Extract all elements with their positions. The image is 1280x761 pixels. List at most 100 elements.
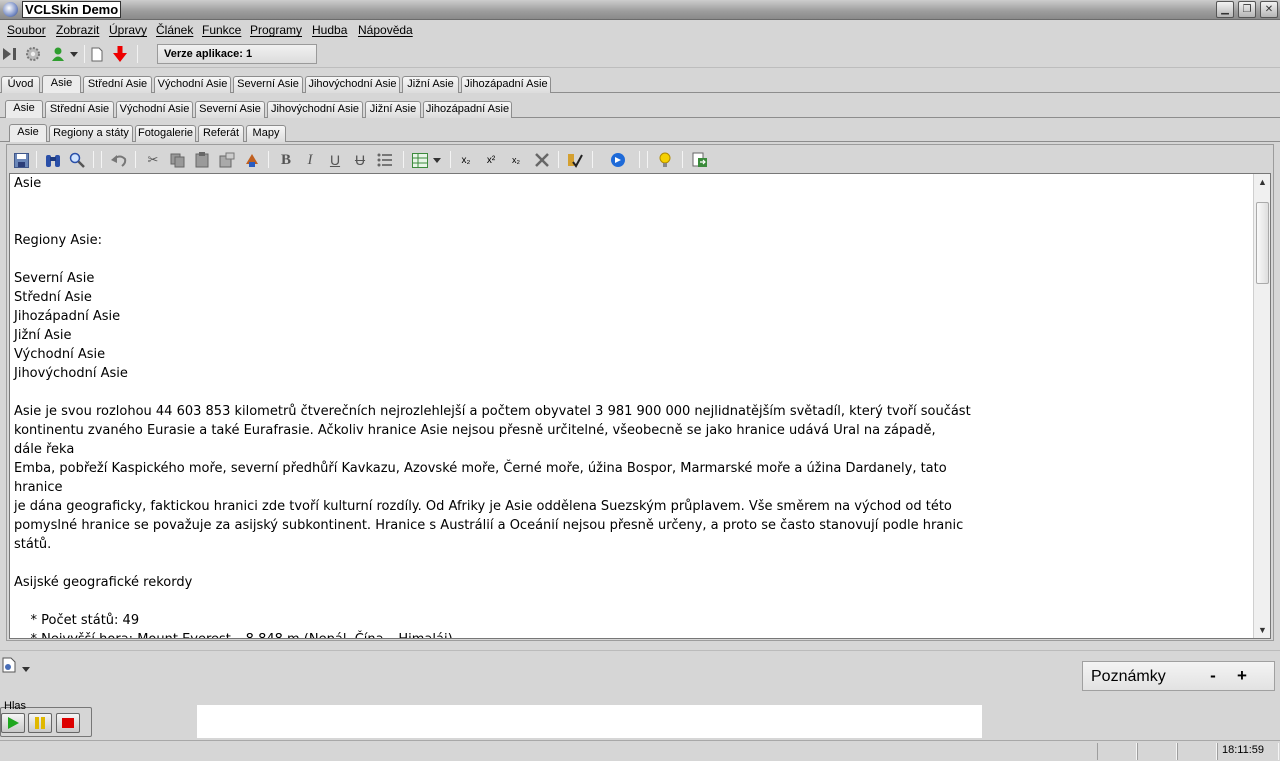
tab-jizni-asie[interactable]: Jižní Asie [365, 101, 421, 118]
spellcheck-icon[interactable] [566, 151, 584, 169]
tab-asie[interactable]: Asie [42, 75, 81, 93]
maximize-button[interactable]: ❐ [1238, 1, 1256, 18]
italic-icon[interactable]: I [301, 151, 319, 169]
pause-button[interactable] [28, 713, 52, 733]
user-icon[interactable] [49, 45, 67, 63]
dropdown-arrow-icon[interactable] [68, 45, 80, 63]
scroll-down-icon[interactable]: ▼ [1255, 622, 1270, 638]
text-line [14, 193, 1250, 212]
document-options-icon[interactable] [2, 657, 16, 673]
menu-soubor[interactable]: Soubor [7, 23, 46, 37]
menu-clanek[interactable]: Článek [156, 23, 193, 37]
small-text-icon[interactable]: x₂ [507, 151, 525, 169]
menu-hudba[interactable]: Hudba [312, 23, 347, 37]
copy-icon[interactable] [168, 151, 186, 169]
table-icon[interactable] [411, 151, 429, 169]
menu-upravy[interactable]: Úpravy [109, 23, 147, 37]
menu-zobrazit[interactable]: Zobrazit [56, 23, 99, 37]
save-icon[interactable] [12, 151, 30, 169]
format-painter-icon[interactable] [243, 151, 261, 169]
bottom-panel: Poznámky - + Hlas [0, 650, 1280, 740]
superscript-icon[interactable]: x² [482, 151, 500, 169]
tab-stredni-asie[interactable]: Střední Asie [83, 76, 152, 93]
play-button[interactable] [1, 713, 25, 733]
tab-fotogalerie[interactable]: Fotogalerie [135, 125, 196, 142]
tab-jihovychodni-asie[interactable]: Jihovýchodní Asie [267, 101, 363, 118]
undo-icon[interactable] [110, 151, 128, 169]
vertical-scrollbar[interactable]: ▲ ▼ [1253, 174, 1270, 638]
article-text[interactable]: Asie Regiony Asie: Severní Asie Střední … [14, 174, 1250, 638]
export-icon[interactable] [691, 151, 709, 169]
scroll-thumb[interactable] [1256, 202, 1269, 284]
text-line: Jihozápadní Asie [14, 309, 121, 324]
stop-button[interactable] [56, 713, 80, 733]
bullet-list-icon[interactable] [376, 151, 394, 169]
tab-referat[interactable]: Referát [198, 125, 244, 142]
text-line: států. [14, 537, 52, 552]
speech-text-area[interactable] [197, 705, 982, 738]
binoculars-icon[interactable] [44, 151, 62, 169]
search-icon[interactable] [68, 151, 86, 169]
text-line: je dána geograficky, faktickou hranici z… [14, 499, 952, 514]
tab-mapy[interactable]: Mapy [246, 125, 286, 142]
notes-minus-button[interactable]: - [1205, 666, 1221, 686]
red-arrow-down-icon[interactable] [111, 45, 129, 63]
navigate-forward-icon[interactable] [609, 151, 627, 169]
text-line: Jižní Asie [14, 328, 72, 343]
menu-bar: Soubor Zobrazit Úpravy Článek Funkce Pro… [0, 20, 1280, 41]
tab-uvod[interactable]: Úvod [1, 76, 40, 93]
text-line: * Počet států: 49 [14, 613, 140, 628]
article-editor[interactable]: Asie Regiony Asie: Severní Asie Střední … [9, 173, 1271, 639]
tab-asie[interactable]: Asie [9, 124, 47, 142]
tab-jizni-asie[interactable]: Jižní Asie [402, 76, 459, 93]
notes-plus-button[interactable]: + [1234, 666, 1250, 686]
menu-programy[interactable]: Programy [250, 23, 302, 37]
scroll-up-icon[interactable]: ▲ [1255, 174, 1270, 190]
lightbulb-icon[interactable] [656, 151, 674, 169]
toolbar-separator [137, 45, 138, 63]
minimize-button[interactable]: ▁ [1216, 1, 1234, 18]
tab-jihozapadni-asie[interactable]: Jihozápadní Asie [423, 101, 512, 118]
document-icon[interactable] [88, 45, 106, 63]
tab-jihovychodni-asie[interactable]: Jihovýchodní Asie [305, 76, 400, 93]
editor-panel: ✂ B I U U x₂ x² x₂ Asie Regiony Asie: Se… [6, 144, 1274, 641]
tab-jihozapadni-asie[interactable]: Jihozápadní Asie [461, 76, 551, 93]
main-toolbar: Verze aplikace: 1 [0, 41, 1280, 68]
text-line [14, 383, 1250, 402]
bold-icon[interactable]: B [277, 151, 295, 169]
subscript-icon[interactable]: x₂ [457, 151, 475, 169]
tabs-level2: Asie Střední Asie Východní Asie Severní … [0, 94, 1280, 118]
paste-icon[interactable] [193, 151, 211, 169]
tab-severni-asie[interactable]: Severní Asie [195, 101, 265, 118]
tab-stredni-asie[interactable]: Střední Asie [45, 101, 114, 118]
menu-funkce[interactable]: Funkce [202, 23, 241, 37]
cut-icon[interactable]: ✂ [144, 151, 162, 169]
play-pause-icon[interactable] [1, 45, 19, 63]
version-label: Verze aplikace: 1 [157, 44, 317, 64]
tab-asie[interactable]: Asie [5, 100, 43, 118]
text-line: hranice [14, 480, 63, 495]
clear-format-icon[interactable] [533, 151, 551, 169]
tabs-level3: Asie Regiony a státy Fotogalerie Referát… [0, 118, 1280, 142]
paste-special-icon[interactable] [218, 151, 236, 169]
strikethrough-icon[interactable]: U [351, 151, 369, 169]
app-icon[interactable] [3, 2, 18, 17]
menu-napoveda[interactable]: Nápověda [358, 23, 413, 37]
text-line: Emba, pobřeží Kaspického moře, severní p… [14, 461, 947, 476]
text-line [14, 212, 1250, 231]
table-dropdown-icon[interactable] [431, 151, 443, 169]
tab-vychodni-asie[interactable]: Východní Asie [154, 76, 231, 93]
tab-severni-asie[interactable]: Severní Asie [233, 76, 303, 93]
text-line: kontinentu zvaného Eurasie a také Eurafr… [14, 423, 936, 438]
window-title: VCLSkin Demo [22, 1, 122, 18]
tab-regiony-a-staty[interactable]: Regiony a státy [49, 125, 133, 142]
text-line: Východní Asie [14, 347, 106, 362]
close-button[interactable]: ✕ [1260, 1, 1278, 18]
underline-icon[interactable]: U [326, 151, 344, 169]
gear-icon[interactable] [24, 45, 42, 63]
tab-vychodni-asie[interactable]: Východní Asie [116, 101, 193, 118]
text-line: Jihovýchodní Asie [14, 366, 128, 381]
notes-panel: Poznámky - + [1082, 661, 1275, 691]
document-options-dropdown-icon[interactable] [22, 661, 32, 672]
text-line [14, 250, 1250, 269]
